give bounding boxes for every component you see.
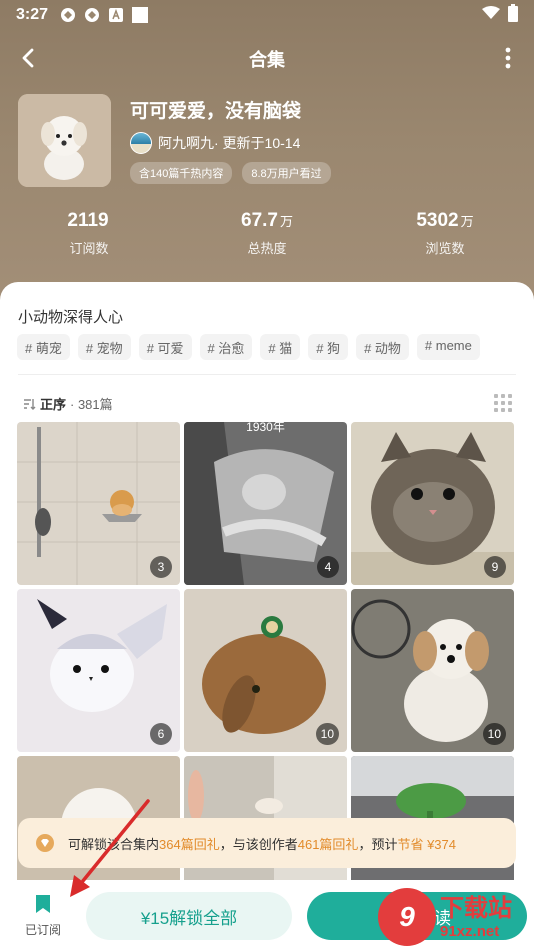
stat-value: 67.7: [241, 210, 278, 231]
app-notification-icon: [84, 7, 100, 23]
banner-highlight: 461篇回礼: [297, 836, 359, 852]
watermark-domain: 91xz.net: [440, 922, 500, 940]
banner-text-part: 可解锁该合集内: [68, 836, 160, 852]
tag-chip[interactable]: # 可爱: [138, 334, 192, 360]
item-count-badge: 10: [482, 723, 506, 745]
item-count-badge: 3: [150, 556, 172, 578]
collection-cover-image: [18, 94, 111, 187]
square-notification-icon: [132, 7, 149, 23]
author-update-text: 阿九啊九· 更新于10-14: [158, 135, 301, 151]
banner-text-part: ，预计: [358, 836, 398, 852]
content-count-badge: 含140篇千热内容: [130, 162, 233, 184]
site-watermark: 9 下载站 91xz.net: [378, 884, 534, 950]
status-bar: 3:27: [0, 0, 534, 30]
stat-label: 浏览数: [425, 241, 465, 256]
stat-label: 订阅数: [69, 241, 109, 256]
stat-subscriptions: 2119 订阅数: [0, 210, 178, 257]
item-count-badge: 6: [150, 723, 172, 745]
photo-caption: 1930年: [246, 422, 285, 434]
notification-icons: [60, 7, 149, 23]
item-count-badge: 10: [315, 723, 339, 745]
stat-unit: 万: [279, 214, 293, 229]
app-notification-icon: [60, 7, 76, 23]
collection-description: 小动物深得人心: [18, 309, 124, 326]
sort-icon: [24, 398, 36, 410]
watermark-text: 下载站 91xz.net: [440, 895, 512, 940]
grid-item[interactable]: 10: [351, 589, 514, 752]
grid-item[interactable]: 3: [17, 422, 180, 585]
grid-item[interactable]: 6: [17, 589, 180, 752]
page-title: 合集: [249, 50, 285, 70]
wifi-icon: [482, 5, 500, 25]
tag-chip[interactable]: # 宠物: [77, 334, 131, 360]
sort-toggle[interactable]: 正序 · 381篇: [22, 394, 113, 413]
tag-chip[interactable]: # 猫: [260, 334, 301, 360]
banner-savings: 节省 ¥374: [397, 836, 456, 852]
unlock-all-button[interactable]: ¥15解锁全部: [86, 892, 292, 940]
subscribed-button[interactable]: 已订阅: [22, 894, 64, 938]
status-right: [482, 3, 518, 27]
stat-unit: 万: [460, 214, 474, 229]
divider: [18, 374, 516, 375]
status-time: 3:27: [16, 6, 49, 23]
grid-item[interactable]: 9: [351, 422, 514, 585]
tag-chip[interactable]: # 狗: [308, 334, 349, 360]
more-vertical-icon: [505, 47, 511, 69]
stat-views: 5302 万 浏览数: [356, 210, 534, 257]
item-count-badge: 4: [317, 556, 339, 578]
unlock-benefit-banner[interactable]: 可解锁该合集内364篇回礼，与该创作者461篇回礼，预计节省 ¥374: [18, 818, 516, 868]
battery-icon: [508, 3, 518, 27]
item-count-badge: 9: [484, 556, 506, 578]
author-row[interactable]: 阿九啊九· 更新于10-14: [130, 132, 300, 154]
banner-text-part: ，与该创作者: [219, 836, 298, 852]
tag-list: # 萌宠 # 宠物 # 可爱 # 治愈 # 猫 # 狗 # 动物 # meme: [17, 334, 534, 360]
tag-chip[interactable]: # 萌宠: [17, 334, 70, 360]
stat-heat: 67.7 万 总热度: [178, 210, 356, 257]
nav-bar: 合集: [0, 38, 534, 78]
author-avatar[interactable]: [130, 132, 152, 154]
article-count: · 381篇: [70, 397, 113, 412]
font-notification-icon: [108, 7, 124, 23]
subscribed-label: 已订阅: [24, 923, 61, 937]
stat-label: 总热度: [247, 241, 287, 256]
stat-value: 2119: [67, 210, 109, 231]
banner-highlight: 364篇回礼: [159, 836, 220, 852]
stat-value: 5302: [416, 210, 459, 231]
banner-text: 可解锁该合集内364篇回礼，与该创作者461篇回礼，预计节省 ¥374: [68, 834, 456, 853]
tag-chip[interactable]: # 动物: [356, 334, 409, 360]
sort-label: 正序: [40, 397, 67, 412]
more-button[interactable]: [496, 42, 520, 74]
tag-chip[interactable]: # 治愈: [199, 334, 253, 360]
badge-row: 含140篇千热内容 8.8万用户看过: [130, 162, 331, 184]
collection-title: 可可爱爱，没有脑袋: [130, 101, 302, 122]
grid-item[interactable]: 10: [184, 589, 347, 752]
grid-view-icon[interactable]: [494, 394, 512, 412]
stats-row: 2119 订阅数 67.7 万 总热度 5302 万 浏览数: [0, 210, 534, 257]
bookmark-icon: [36, 895, 50, 913]
viewers-badge: 8.8万用户看过: [242, 162, 331, 184]
watermark-title: 下载站: [440, 894, 512, 922]
grid-item[interactable]: 1930年 4: [184, 422, 347, 585]
tag-chip[interactable]: # meme: [416, 334, 480, 360]
coin-icon: [36, 834, 54, 852]
watermark-logo: 9: [378, 888, 436, 946]
